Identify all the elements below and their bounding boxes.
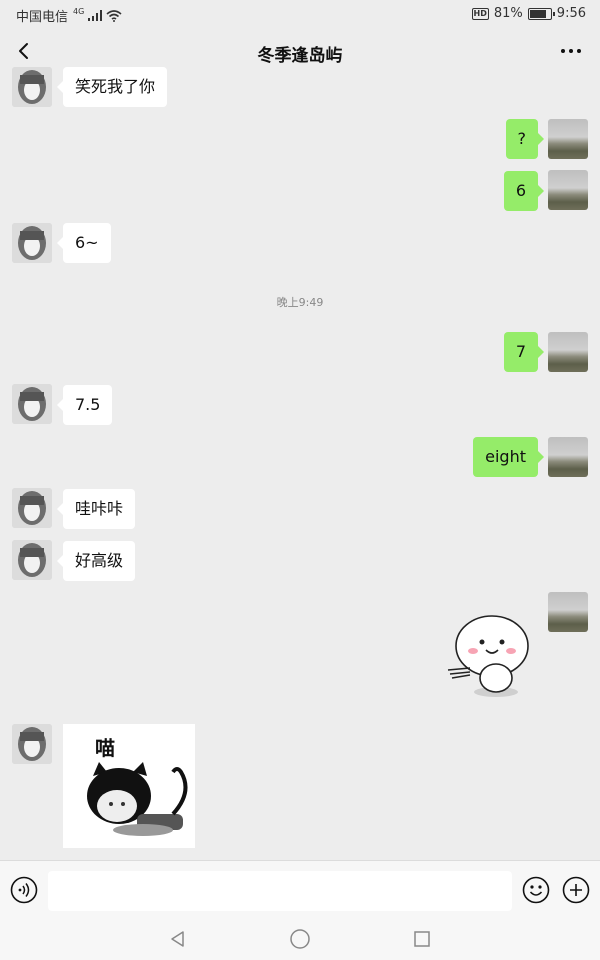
message-timestamp: 晚上9:49 (276, 296, 324, 309)
network-type: 4G (73, 7, 85, 16)
cat-girl-drawing (87, 762, 188, 836)
contact-avatar[interactable] (12, 384, 52, 424)
voice-icon[interactable] (10, 876, 38, 904)
clock: 9:56 (556, 6, 586, 21)
contact-avatar[interactable] (12, 540, 52, 580)
bun-sticker[interactable] (440, 612, 536, 700)
message-bubble-other[interactable]: 哇咔咔 (56, 489, 136, 529)
more-dots-icon[interactable] (558, 38, 584, 64)
my-avatar[interactable] (548, 119, 588, 159)
nav-recent-icon[interactable] (412, 929, 432, 949)
status-bar: 中国电信 4G HD 81% 9:56 (0, 0, 600, 30)
my-avatar[interactable] (548, 437, 588, 477)
message-input[interactable] (48, 871, 512, 911)
plus-circle-icon[interactable] (562, 876, 590, 904)
battery-icon (527, 7, 555, 20)
contact-avatar[interactable] (12, 488, 52, 528)
input-bar (0, 860, 600, 919)
emoji-icon[interactable] (522, 876, 550, 904)
system-nav-bar (0, 918, 600, 960)
contact-avatar[interactable] (12, 67, 52, 107)
my-avatar[interactable] (548, 332, 588, 372)
wifi-icon (106, 9, 122, 22)
message-bubble-me[interactable]: 6 (503, 171, 545, 211)
signal-icon (88, 10, 103, 21)
my-avatar[interactable] (548, 592, 588, 632)
my-avatar[interactable] (548, 170, 588, 210)
message-bubble-me[interactable]: ? (505, 119, 544, 159)
nav-back-icon[interactable] (168, 929, 188, 949)
message-bubble-other[interactable]: 7.5 (56, 385, 113, 425)
carrier-label: 中国电信 (16, 10, 69, 25)
contact-avatar[interactable] (12, 223, 52, 263)
message-bubble-me[interactable]: 7 (503, 332, 545, 372)
sticker-caption: 喵 (95, 736, 115, 760)
contact-avatar[interactable] (12, 724, 52, 764)
status-left: 中国电信 4G (16, 6, 122, 25)
nav-home-icon[interactable] (289, 928, 311, 950)
message-bubble-other[interactable]: 好高级 (56, 541, 136, 581)
hd-badge: HD (471, 7, 489, 20)
battery-fill (529, 9, 546, 18)
chat-title: 冬季逢岛屿 (257, 46, 343, 66)
message-bubble-other[interactable]: 6~ (57, 223, 111, 263)
battery-percent: 81% (493, 6, 523, 21)
message-bubble-me[interactable]: eight (473, 437, 544, 477)
meow-sticker[interactable]: 喵 (63, 724, 195, 848)
message-bubble-other[interactable]: 笑死我了你 (56, 67, 168, 107)
status-right: HD 81% 9:56 (471, 6, 586, 21)
